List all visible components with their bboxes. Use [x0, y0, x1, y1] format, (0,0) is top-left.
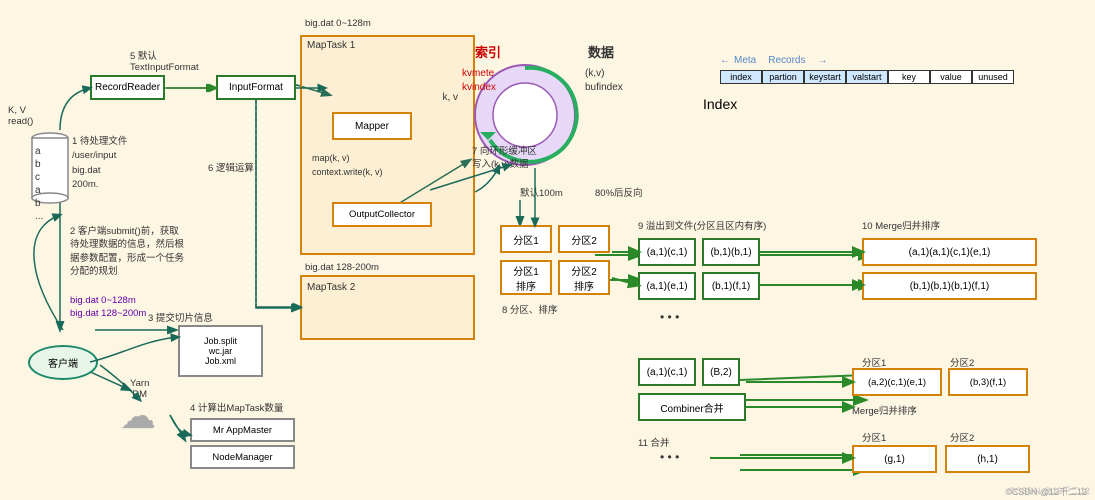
result1-box: (a,1)(c,1) — [638, 238, 696, 266]
result3-box: (a,1)(e,1) — [638, 272, 696, 300]
step10-label: 10 Merge归并排序 — [862, 218, 940, 232]
final1-box: (g,1) — [852, 445, 937, 473]
mapper-box: Mapper — [332, 112, 412, 140]
file-content: abcab... — [35, 145, 43, 223]
records-arrow-right: → — [817, 55, 827, 66]
index-col: index — [720, 70, 762, 84]
map-code: map(k, v)context.write(k, v) — [312, 152, 383, 179]
watermark-text: ©CSDN @12千二12 — [1008, 484, 1090, 497]
partition1-sort-box: 分区1排序 — [500, 260, 552, 295]
meta-records-area: ← Meta Records → index partion keystart … — [720, 55, 827, 70]
merge-sort2-label: Merge归并排序 — [852, 403, 917, 417]
meta-arrow-left: ← — [720, 55, 730, 66]
meta-label: Meta — [734, 55, 756, 66]
comb1-box: (a,1)(c,1) — [638, 358, 696, 386]
step4-label: 4 计算出MapTask数量 — [190, 400, 283, 414]
combiner-merge2-box: (b,3)(f,1) — [948, 368, 1028, 396]
valstart-col: valstart — [846, 70, 888, 84]
step11-label: 11 合并 — [638, 435, 670, 449]
kv-read-label: K, Vread() — [8, 105, 33, 127]
value-col: value — [930, 70, 972, 84]
bufindex-label: bufindex — [585, 82, 623, 93]
step7-label: 7 向环形缓冲区写入(k,v)数据 — [472, 145, 537, 172]
combiner-box: Combiner合并 — [638, 393, 746, 421]
file-cylinder: abcab... — [30, 130, 70, 213]
merge2-box: (b,1)(b,1)(b,1)(f,1) — [862, 272, 1037, 300]
cloud-icon: ☁ — [120, 395, 156, 437]
partition2-sort-box: 分区2排序 — [558, 260, 610, 295]
maptask1-label: MapTask 1 — [307, 40, 355, 51]
step9-label: 9 溢出到文件(分区且区内有序) — [638, 218, 766, 232]
kvmete-label: kvmete — [462, 68, 494, 79]
merge1-box: (a,1)(a,1)(c,1)(e,1) — [862, 238, 1037, 266]
recordreader-box: RecordReader — [90, 75, 165, 100]
kv-label-in: k, v — [442, 92, 458, 103]
partion-col: partion — [762, 70, 804, 84]
result4-box: (b,1)(f,1) — [702, 272, 760, 300]
data-label: 数据 — [588, 42, 614, 61]
maptask2-label: MapTask 2 — [307, 282, 355, 293]
maptask2-container: MapTask 2 — [300, 275, 475, 340]
partition2-label4: 分区2 — [950, 430, 974, 444]
step5-label: 5 默认TextInputFormat — [130, 48, 199, 73]
maptask1-container: MapTask 1 k, v Mapper map(k, v)context.w… — [300, 35, 475, 255]
comb2-box: (B,2) — [702, 358, 740, 386]
dots2: • • • — [660, 450, 679, 464]
partition1-label4: 分区1 — [862, 430, 886, 444]
outputcollector-box: OutputCollector — [332, 202, 432, 227]
step2-label: 2 客户端submit()前，获取待处理数据的信息，然后根据参数配置，形成一个任… — [70, 225, 225, 278]
inputformat-box: InputFormat — [216, 75, 296, 100]
percent80-label: 80%后反向 — [595, 185, 643, 199]
index-detection-label: Index — [703, 96, 737, 112]
suoyin-label: 索引 — [475, 42, 501, 61]
unused-col: unused — [972, 70, 1014, 84]
step3-label: 3 提交切片信息 — [148, 310, 213, 324]
step8-label: 8 分区、排序 — [502, 302, 557, 316]
job-split-box: Job.splitwc.jarJob.xml — [178, 325, 263, 377]
bigdat1-link[interactable]: big.dat 0~128m — [70, 295, 136, 306]
final2-box: (h,1) — [945, 445, 1030, 473]
key-col: key — [888, 70, 930, 84]
partition2-box: 分区2 — [558, 225, 610, 253]
nodemanager-box: NodeManager — [190, 445, 295, 469]
partition1-label3: 分区1 — [862, 355, 886, 369]
bigdat2-range-label: big.dat 128-200m — [305, 262, 379, 273]
appmaster-box: Mr AppMaster — [190, 418, 295, 442]
default100m-label: 默认100m — [520, 185, 563, 199]
step6-label: 6 逻辑运算 — [208, 160, 254, 174]
bigdat-range-label: big.dat 0~128m — [305, 18, 371, 29]
kvindex-label: kvindex — [462, 82, 496, 93]
keystart-col: keystart — [804, 70, 846, 84]
bigdat2-link[interactable]: big.dat 128~200m — [70, 308, 146, 319]
result2-box: (b,1)(b,1) — [702, 238, 760, 266]
dots1: • • • — [660, 310, 679, 324]
client-oval: 客户端 — [28, 345, 98, 380]
kv-data-label: (k,v) — [585, 68, 604, 79]
partition2-label3: 分区2 — [950, 355, 974, 369]
combiner-merge1-box: (a,2)(c,1)(e,1) — [852, 368, 942, 396]
records-label: Records — [768, 55, 805, 66]
meta-table: index partion keystart valstart key valu… — [720, 70, 1014, 84]
file-label: 1 待处理文件/user/inputbig.dat200m. — [72, 135, 127, 192]
partition1-box: 分区1 — [500, 225, 552, 253]
